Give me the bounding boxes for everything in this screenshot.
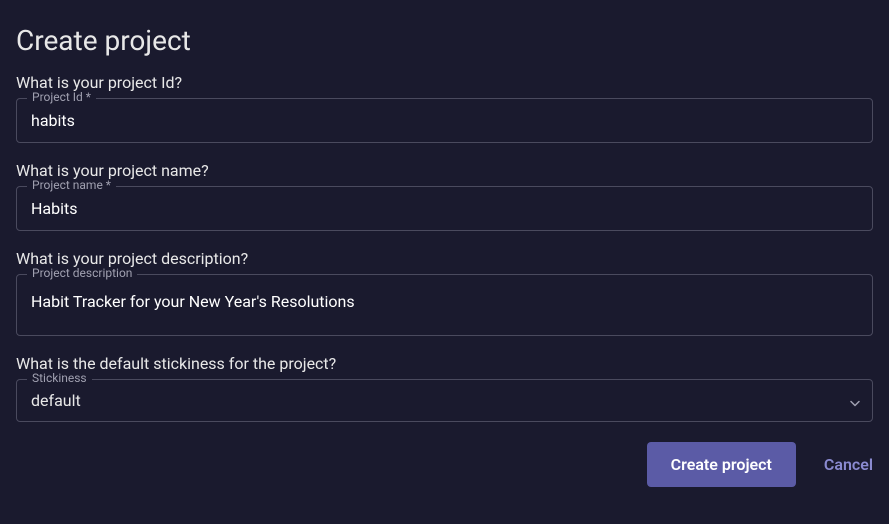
stickiness-float-label: Stickiness — [27, 372, 92, 384]
create-project-button[interactable]: Create project — [647, 442, 796, 487]
button-row: Create project Cancel — [16, 442, 873, 487]
cancel-button[interactable]: Cancel — [824, 455, 873, 474]
project-description-question: What is your project description? — [16, 249, 873, 268]
project-id-input-wrapper: Project Id * — [16, 98, 873, 143]
project-name-input-wrapper: Project name * — [16, 186, 873, 231]
stickiness-question: What is the default stickiness for the p… — [16, 354, 873, 373]
project-id-input[interactable] — [17, 99, 872, 142]
stickiness-select[interactable]: default — [17, 380, 872, 421]
page-title: Create project — [16, 24, 873, 57]
project-name-input[interactable] — [17, 187, 872, 230]
project-description-input-wrapper: Project description — [16, 274, 873, 336]
project-description-float-label: Project description — [27, 267, 137, 279]
stickiness-group: What is the default stickiness for the p… — [16, 354, 873, 422]
project-description-input[interactable] — [17, 275, 872, 331]
project-id-float-label: Project Id * — [27, 91, 96, 103]
project-name-float-label: Project name * — [27, 179, 116, 191]
project-id-group: What is your project Id? Project Id * — [16, 73, 873, 143]
project-description-group: What is your project description? Projec… — [16, 249, 873, 336]
project-name-group: What is your project name? Project name … — [16, 161, 873, 231]
stickiness-select-wrapper[interactable]: Stickiness default — [16, 379, 873, 422]
project-id-question: What is your project Id? — [16, 73, 873, 92]
project-name-question: What is your project name? — [16, 161, 873, 180]
